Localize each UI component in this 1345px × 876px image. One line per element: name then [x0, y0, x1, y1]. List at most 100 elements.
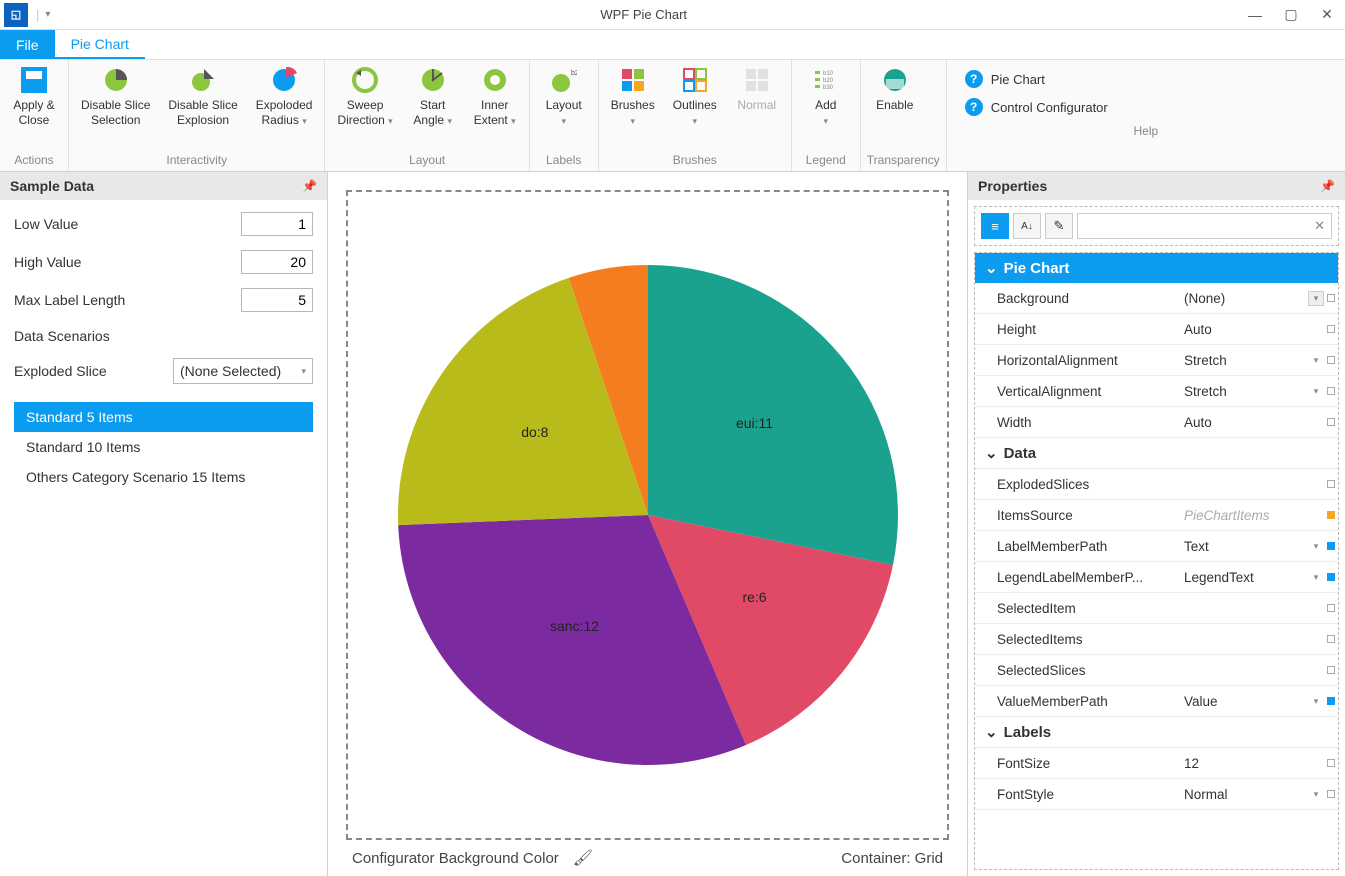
property-row[interactable]: LabelMemberPath Text ▾	[975, 531, 1338, 562]
property-name: FontSize	[975, 756, 1184, 771]
property-marker	[1324, 666, 1338, 674]
maximize-button[interactable]: ▢	[1273, 0, 1309, 30]
exploded-slice-combo[interactable]: (None Selected)▾	[173, 358, 313, 384]
angle-icon	[419, 66, 447, 94]
property-marker	[1324, 790, 1338, 798]
close-button[interactable]: ✕	[1309, 0, 1345, 30]
normal-button: Normal	[729, 62, 785, 117]
container-label: Container: Grid	[841, 850, 943, 867]
inner-extent-button[interactable]: Inner Extent ▾	[467, 62, 523, 132]
property-value[interactable]: Normal	[1184, 787, 1308, 802]
transparency-enable-button[interactable]: Enable	[867, 62, 923, 117]
property-marker	[1324, 604, 1338, 612]
outlines-button[interactable]: Outlines▾	[667, 62, 723, 132]
list-item[interactable]: Standard 5 Items	[14, 402, 313, 432]
low-value-input[interactable]	[241, 212, 313, 236]
eyedropper-icon[interactable]: 🖌	[573, 848, 593, 868]
property-name: ItemsSource	[975, 508, 1184, 523]
property-row[interactable]: FontSize 12	[975, 748, 1338, 779]
help-configurator-link[interactable]: ?Control Configurator	[965, 98, 1327, 116]
legend-add-button[interactable]: b10b20b30Add▾	[798, 62, 854, 132]
start-angle-button[interactable]: Start Angle ▾	[405, 62, 461, 132]
property-row[interactable]: Height Auto	[975, 314, 1338, 345]
tab-file[interactable]: File	[0, 30, 55, 59]
property-row[interactable]: ExplodedSlices	[975, 469, 1338, 500]
normal-icon	[743, 66, 771, 94]
chevron-down-icon: ⌄	[985, 723, 998, 741]
chevron-down-icon: ▾	[301, 366, 306, 377]
list-item[interactable]: Others Category Scenario 15 Items	[14, 462, 313, 492]
labels-layout-button[interactable]: b2Layout▾	[536, 62, 592, 132]
property-marker	[1324, 418, 1338, 426]
high-value-input[interactable]	[241, 250, 313, 274]
exploded-radius-button[interactable]: Expoloded Radius ▾	[250, 62, 319, 132]
pin-icon[interactable]: 📌	[302, 179, 317, 193]
property-name: ValueMemberPath	[975, 694, 1184, 709]
help-pie-chart-link[interactable]: ?Pie Chart	[965, 70, 1327, 88]
help-icon: ?	[965, 70, 983, 88]
property-value[interactable]: PieChartItems	[1184, 508, 1308, 523]
outlines-icon	[681, 66, 709, 94]
property-value[interactable]: Auto	[1184, 415, 1308, 430]
tab-pie-chart[interactable]: Pie Chart	[55, 30, 145, 59]
group-help-label: Help	[953, 124, 1339, 142]
max-label-input[interactable]	[241, 288, 313, 312]
categorized-button[interactable]: ≡	[981, 213, 1009, 239]
clear-icon[interactable]: ✕	[1314, 218, 1325, 234]
pin-icon[interactable]: 📌	[1320, 179, 1335, 193]
wand-button[interactable]: ✎	[1045, 213, 1073, 239]
property-value[interactable]: Stretch	[1184, 353, 1308, 368]
property-row[interactable]: SelectedSlices	[975, 655, 1338, 686]
property-row[interactable]: VerticalAlignment Stretch ▾	[975, 376, 1338, 407]
property-row[interactable]: HorizontalAlignment Stretch ▾	[975, 345, 1338, 376]
sweep-direction-button[interactable]: Sweep Direction ▾	[331, 62, 398, 132]
disable-slice-explosion-button[interactable]: Disable Slice Explosion	[162, 62, 243, 132]
property-marker	[1324, 387, 1338, 395]
property-row[interactable]: Background (None) ▾	[975, 283, 1338, 314]
property-row[interactable]: SelectedItem	[975, 593, 1338, 624]
disable-slice-selection-button[interactable]: Disable Slice Selection	[75, 62, 156, 132]
property-marker	[1324, 635, 1338, 643]
ribbon: Apply & Close Actions Disable Slice Sele…	[0, 60, 1345, 172]
category-labels[interactable]: ⌄Labels	[975, 717, 1338, 748]
scenarios-list: Standard 5 Items Standard 10 Items Other…	[14, 402, 313, 492]
property-name: LabelMemberPath	[975, 539, 1184, 554]
help-icon: ?	[965, 98, 983, 116]
svg-text:b10: b10	[823, 71, 834, 77]
property-name: Width	[975, 415, 1184, 430]
property-value[interactable]: Stretch	[1184, 384, 1308, 399]
sample-data-header: Sample Data 📌	[0, 172, 327, 200]
property-row[interactable]: SelectedItems	[975, 624, 1338, 655]
chart-canvas[interactable]: eui:11re:6sanc:12do:8	[346, 190, 949, 840]
alphabetical-button[interactable]: A↓	[1013, 213, 1041, 239]
minimize-button[interactable]: —	[1237, 0, 1273, 30]
list-item[interactable]: Standard 10 Items	[14, 432, 313, 462]
property-value[interactable]: Value	[1184, 694, 1308, 709]
category-pie-chart[interactable]: ⌄Pie Chart	[975, 253, 1338, 283]
property-value[interactable]: Text	[1184, 539, 1308, 554]
svg-text:b2: b2	[571, 70, 577, 77]
properties-search-input[interactable]: ✕	[1077, 213, 1332, 239]
pie-chart: eui:11re:6sanc:12do:8	[388, 255, 908, 775]
property-row[interactable]: ValueMemberPath Value ▾	[975, 686, 1338, 717]
category-data[interactable]: ⌄Data	[975, 438, 1338, 469]
property-value[interactable]: (None)	[1184, 291, 1308, 306]
group-transparency-label: Transparency	[867, 153, 940, 171]
property-value[interactable]: LegendText	[1184, 570, 1308, 585]
property-value[interactable]: 12	[1184, 756, 1308, 771]
apply-close-button[interactable]: Apply & Close	[6, 62, 62, 132]
property-row[interactable]: LegendLabelMemberP... LegendText ▾	[975, 562, 1338, 593]
group-layout-label: Layout	[331, 153, 522, 171]
properties-grid[interactable]: ⌄Pie Chart Background (None) ▾ Height Au…	[974, 252, 1339, 870]
property-row[interactable]: Width Auto	[975, 407, 1338, 438]
pie-explode-icon	[189, 66, 217, 94]
property-row[interactable]: FontStyle Normal ▾	[975, 779, 1338, 810]
slice-label: sanc:12	[549, 618, 598, 634]
property-name: FontStyle	[975, 787, 1184, 802]
app-logo-icon: ◱	[4, 3, 28, 27]
property-marker	[1324, 573, 1338, 581]
property-row[interactable]: ItemsSource PieChartItems	[975, 500, 1338, 531]
brushes-button[interactable]: Brushes▾	[605, 62, 661, 132]
property-value[interactable]: Auto	[1184, 322, 1308, 337]
separator: |	[36, 7, 39, 22]
